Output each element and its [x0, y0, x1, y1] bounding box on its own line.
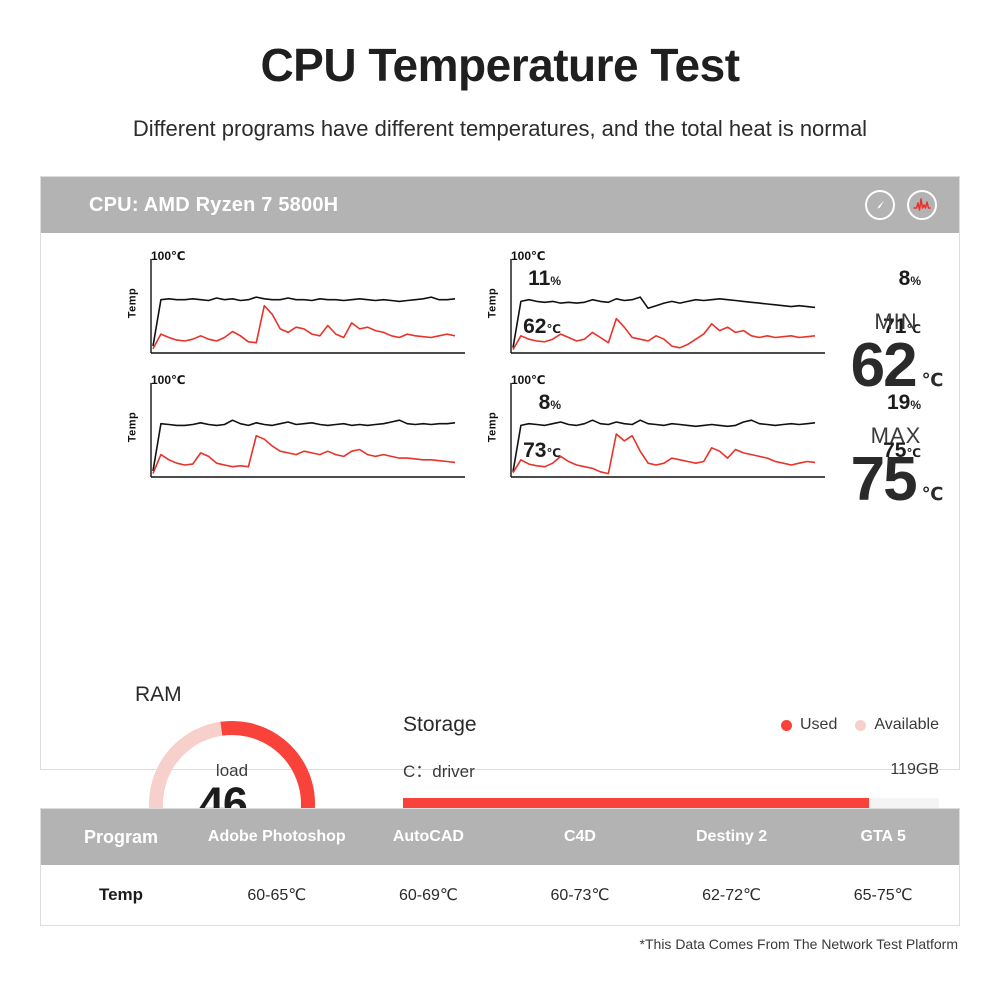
- ram-load-label: load: [215, 761, 249, 780]
- temp-chart-1: 100℃ Temp 11% 62℃: [126, 249, 561, 365]
- table-cell-label: Temp: [41, 865, 201, 925]
- table-header-label: C4D: [563, 828, 596, 845]
- chart-plot: [150, 259, 465, 354]
- table-cell-text: Temp: [98, 885, 144, 904]
- table-header-cell-program: Program: [41, 809, 201, 865]
- storage-legend: Used Available: [781, 716, 939, 734]
- legend-dot-available: [855, 719, 867, 731]
- page-root: CPU Temperature Test Different programs …: [0, 0, 1000, 1000]
- table-cell-temp: 60-69℃: [353, 865, 505, 925]
- ram-title: RAM: [135, 683, 182, 706]
- table-header-label: AutoCAD: [392, 828, 464, 845]
- storage-title: Storage: [403, 713, 477, 736]
- minmax-panel: MIN 62 ℃ MAX 75 ℃: [831, 309, 961, 511]
- table-row: Temp 60-65℃ 60-69℃ 60-73℃ 62-72℃ 65-75℃: [41, 865, 959, 925]
- temp-chart-4: 100℃ Temp 19% 75℃: [486, 373, 921, 489]
- min-value: 62: [850, 331, 918, 400]
- legend-label-used: Used: [800, 716, 838, 733]
- footnote: *This Data Comes From The Network Test P…: [639, 936, 958, 952]
- cpu-model-label: CPU: AMD Ryzen 7 5800H: [89, 193, 339, 216]
- table-cell-temp: 62-72℃: [656, 865, 808, 925]
- storage-drive-row: C：driver 119GB: [403, 757, 939, 782]
- page-title: CPU Temperature Test: [260, 39, 740, 91]
- table-cell-text: 60-65℃: [247, 887, 307, 904]
- table-header-cell: AutoCAD: [353, 809, 505, 865]
- chart-plot: [510, 259, 825, 354]
- table-header-cell: C4D: [504, 809, 656, 865]
- table-header-label: Destiny 2: [696, 828, 768, 845]
- table-cell-text: 62-72℃: [702, 887, 762, 904]
- drive-capacity: 119GB: [890, 760, 939, 778]
- table-cell-temp: 60-65℃: [201, 865, 353, 925]
- chart-usage-value: 8: [898, 267, 911, 290]
- temp-chart-2: 100℃ Temp 8% 71℃: [486, 249, 921, 365]
- page-subtitle: Different programs have different temper…: [132, 116, 868, 141]
- gauge-icon[interactable]: [865, 190, 895, 220]
- max-unit: ℃: [921, 484, 944, 504]
- legend-label-available: Available: [874, 716, 939, 733]
- temp-charts-grid: 100℃ Temp 11% 62℃ 100℃ Temp 8% 71℃ 100℃ …: [41, 233, 959, 685]
- table-cell-temp: 60-73℃: [504, 865, 656, 925]
- table-header-label: Program: [83, 826, 159, 847]
- table-header-cell: GTA 5: [807, 809, 959, 865]
- min-unit: ℃: [921, 370, 944, 390]
- chart-usage-unit: %: [910, 274, 921, 288]
- table-header-label: Adobe Photoshop: [207, 828, 346, 845]
- cpu-monitor-card: CPU: AMD Ryzen 7 5800H 100℃ Temp 11% 62℃…: [40, 176, 960, 894]
- pulse-icon[interactable]: [907, 190, 937, 220]
- table-header-row: Program Adobe Photoshop AutoCAD C4D Destiny …: [41, 809, 959, 865]
- table-header-label: GTA 5: [860, 828, 906, 845]
- drive-label: C：driver: [403, 762, 475, 781]
- program-temp-table: Program Adobe Photoshop AutoCAD C4D Destiny …: [40, 808, 960, 926]
- table-header-cell: Adobe Photoshop: [201, 809, 353, 865]
- table-cell-temp: 65-75℃: [807, 865, 959, 925]
- table-cell-text: 60-73℃: [550, 887, 610, 904]
- max-value: 75: [850, 445, 918, 514]
- card-header-icons: [865, 190, 937, 220]
- card-header-bar: CPU: AMD Ryzen 7 5800H: [41, 177, 959, 233]
- table-cell-text: 60-69℃: [398, 887, 458, 904]
- chart-plot: [150, 383, 465, 478]
- chart-plot: [510, 383, 825, 478]
- legend-dot-used: [781, 719, 792, 731]
- storage-header: Storage Used Available: [403, 713, 939, 737]
- table-header-cell: Destiny 2: [656, 809, 808, 865]
- temp-chart-3: 100℃ Temp 8% 73℃: [126, 373, 561, 489]
- table-cell-text: 65-75℃: [853, 887, 913, 904]
